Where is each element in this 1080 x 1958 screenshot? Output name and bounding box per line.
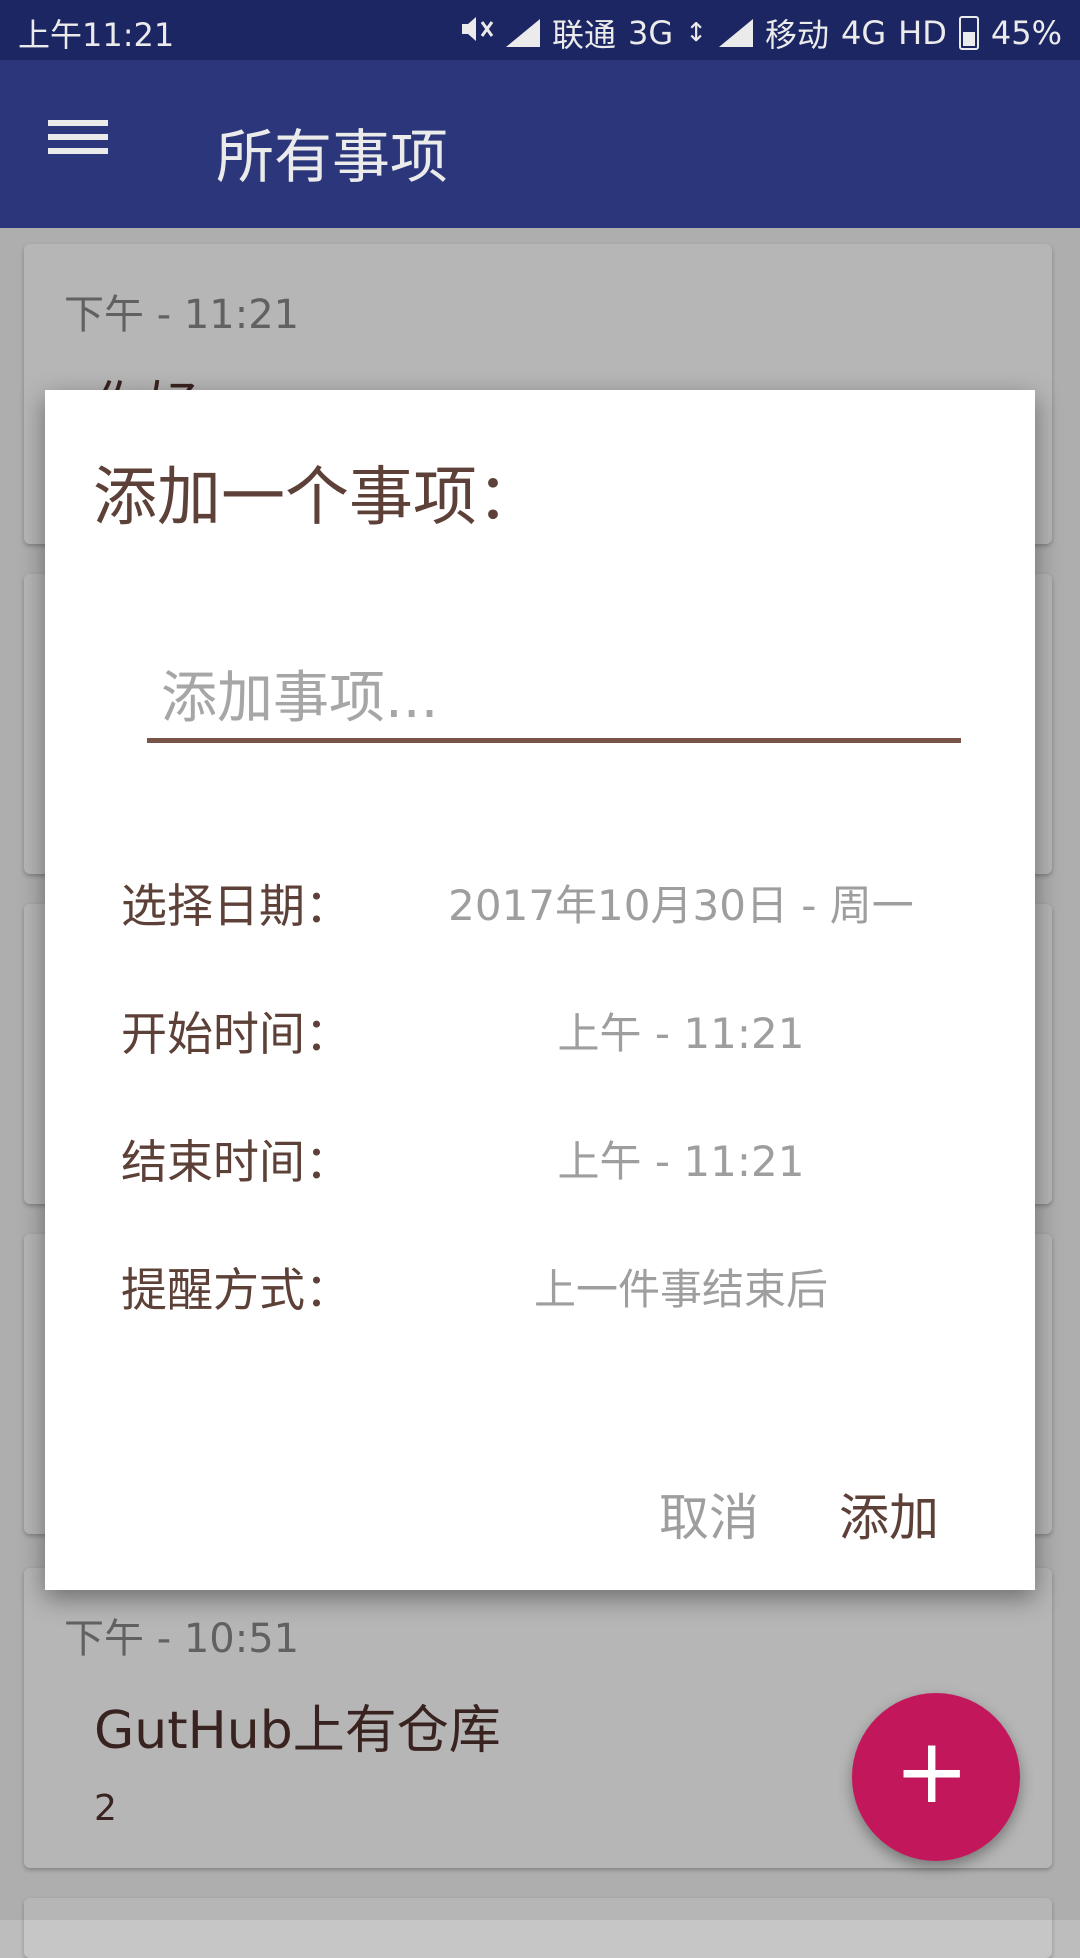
add-event-fab[interactable]: + — [852, 1693, 1020, 1861]
start-time-picker[interactable]: 上午 - 11:21 — [401, 1000, 961, 1061]
date-picker[interactable]: 2017年10月30日 - 周一 — [401, 872, 961, 933]
dialog-title: 添加一个事项： — [93, 461, 541, 535]
cancel-button[interactable]: 取消 — [659, 1478, 759, 1550]
add-event-dialog: 添加一个事项： 选择日期： 2017年10月30日 - 周一 开始时间： 上午 … — [45, 390, 1035, 1590]
end-time-label: 结束时间： — [121, 1135, 351, 1189]
reminder-row: 提醒方式： 上一件事结束后 — [121, 1242, 961, 1322]
date-row: 选择日期： 2017年10月30日 - 周一 — [121, 858, 961, 938]
end-time-row: 结束时间： 上午 - 11:21 — [121, 1114, 961, 1194]
plus-icon: + — [894, 1719, 970, 1824]
add-button[interactable]: 添加 — [839, 1478, 939, 1550]
reminder-picker[interactable]: 上一件事结束后 — [401, 1256, 961, 1317]
event-name-input[interactable] — [147, 658, 961, 743]
start-time-label: 开始时间： — [121, 1007, 351, 1061]
end-time-picker[interactable]: 上午 - 11:21 — [401, 1128, 961, 1189]
date-label: 选择日期： — [121, 879, 351, 933]
dialog-actions: 取消 添加 — [659, 1478, 939, 1550]
start-time-row: 开始时间： 上午 - 11:21 — [121, 986, 961, 1066]
reminder-label: 提醒方式： — [121, 1263, 351, 1317]
